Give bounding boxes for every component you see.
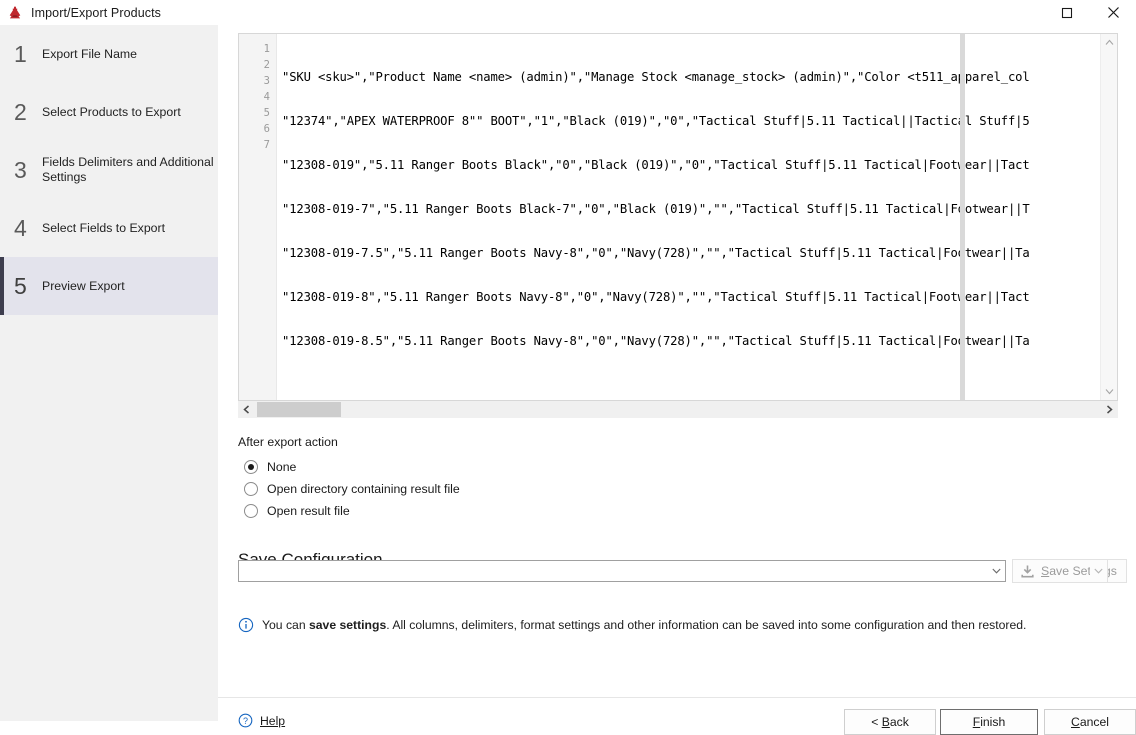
- right-margin-guide: [960, 34, 965, 400]
- save-settings-button[interactable]: Save Settings: [1012, 559, 1127, 583]
- line-number: 4: [263, 91, 270, 103]
- after-export-action-group: After export action None Open directory …: [238, 435, 738, 522]
- chevron-down-icon: [1094, 568, 1103, 574]
- save-icon: [1021, 565, 1034, 577]
- cancel-label: Cancel: [1071, 715, 1109, 729]
- line-number: 3: [263, 75, 270, 87]
- step-number: 3: [14, 156, 27, 183]
- close-button[interactable]: [1090, 0, 1136, 25]
- radio-option-open-directory[interactable]: Open directory containing result file: [238, 478, 738, 500]
- radio-label: Open result file: [267, 504, 350, 518]
- cancel-button[interactable]: Cancel: [1044, 709, 1136, 735]
- chevron-left-icon: [243, 405, 249, 414]
- configuration-combobox[interactable]: [238, 560, 1006, 582]
- footer-divider: [218, 697, 1136, 698]
- radio-button[interactable]: [244, 504, 258, 518]
- back-prefix: <: [871, 715, 882, 729]
- chevron-right-icon: [1107, 405, 1113, 414]
- finish-button[interactable]: Finish: [940, 709, 1038, 735]
- csv-line: "12308-019","5.11 Ranger Boots Black","0…: [282, 158, 1030, 172]
- csv-line: "12308-019-8.5","5.11 Ranger Boots Navy-…: [282, 334, 1030, 348]
- after-export-action-title: After export action: [238, 435, 338, 449]
- csv-line: "12374","APEX WATERPROOF 8"" BOOT","1","…: [282, 114, 1030, 128]
- sidebar-item-select-products[interactable]: 2 Select Products to Export: [0, 83, 218, 141]
- save-settings-dropdown-button[interactable]: [1090, 559, 1108, 583]
- info-text-bold: save settings: [309, 618, 387, 632]
- accelerator-letter: B: [881, 715, 890, 729]
- info-text-prefix: You can: [262, 618, 309, 632]
- radio-button[interactable]: [244, 482, 258, 496]
- radio-option-none[interactable]: None: [238, 456, 738, 478]
- sidebar-item-label: Select Products to Export: [42, 104, 181, 119]
- step-number: 1: [14, 40, 27, 67]
- close-icon: [1107, 7, 1119, 18]
- svg-text:?: ?: [243, 716, 248, 726]
- finish-label: Finish: [973, 715, 1006, 729]
- scroll-left-button[interactable]: [238, 401, 255, 418]
- back-label: < Back: [871, 715, 909, 729]
- radio-label: Open directory containing result file: [267, 482, 460, 496]
- preview-vertical-scrollbar[interactable]: [1100, 34, 1117, 400]
- line-number: 6: [263, 123, 270, 135]
- sidebar-item-label: Select Fields to Export: [42, 220, 166, 235]
- scroll-right-button[interactable]: [1101, 401, 1118, 418]
- chevron-down-icon: [1105, 389, 1114, 395]
- accelerator-letter: S: [1041, 564, 1050, 578]
- back-button[interactable]: < Back: [844, 709, 936, 735]
- horizontal-scroll-thumb[interactable]: [257, 402, 341, 417]
- radio-button[interactable]: [244, 460, 258, 474]
- app-icon: [7, 5, 23, 21]
- step-number: 4: [14, 214, 27, 241]
- chevron-up-icon: [1105, 39, 1114, 45]
- sidebar-item-label: Preview Export: [42, 278, 125, 293]
- cancel-suffix: ancel: [1079, 715, 1109, 729]
- title-bar: Import/Export Products: [0, 0, 1136, 26]
- window-title: Import/Export Products: [31, 5, 162, 20]
- csv-line: "12308-019-7","5.11 Ranger Boots Black-7…: [282, 202, 1030, 216]
- csv-line: "SKU <sku>","Product Name <name> (admin)…: [282, 70, 1030, 84]
- sidebar-item-label: Fields Delimiters and Additional Setting…: [42, 155, 214, 184]
- scroll-down-button[interactable]: [1101, 383, 1117, 400]
- radio-label: None: [267, 460, 297, 474]
- info-message: You can save settings. All columns, deli…: [238, 617, 1026, 633]
- export-preview-editor[interactable]: 1 2 3 4 5 6 7 "SKU <sku>","Product Name …: [238, 33, 1118, 401]
- line-number: 1: [263, 43, 270, 55]
- step-number: 5: [14, 272, 27, 299]
- finish-suffix: inish: [980, 715, 1006, 729]
- chevron-down-icon[interactable]: [987, 561, 1005, 581]
- csv-line: "12308-019-8","5.11 Ranger Boots Navy-8"…: [282, 290, 1030, 304]
- step-number: 2: [14, 98, 27, 125]
- maximize-icon: [1061, 7, 1073, 18]
- sidebar-item-select-fields[interactable]: 4 Select Fields to Export: [0, 199, 218, 257]
- line-number: 5: [263, 107, 270, 119]
- sidebar-item-fields-delimiters[interactable]: 3 Fields Delimiters and Additional Setti…: [0, 141, 218, 199]
- maximize-button[interactable]: [1044, 0, 1090, 25]
- sidebar-item-export-file-name[interactable]: 1 Export File Name: [0, 25, 218, 83]
- info-text-suffix: . All columns, delimiters, format settin…: [386, 618, 1027, 632]
- line-number-gutter: 1 2 3 4 5 6 7: [239, 34, 277, 400]
- line-number: 7: [263, 139, 270, 151]
- window-controls: [1044, 0, 1136, 25]
- csv-line: "12308-019-7.5","5.11 Ranger Boots Navy-…: [282, 246, 1030, 260]
- preview-horizontal-scrollbar[interactable]: [238, 401, 1118, 418]
- sidebar-item-preview-export[interactable]: 5 Preview Export: [0, 257, 218, 315]
- radio-option-open-result-file[interactable]: Open result file: [238, 500, 738, 522]
- main-panel: 1 2 3 4 5 6 7 "SKU <sku>","Product Name …: [218, 25, 1136, 735]
- info-icon: [238, 617, 254, 633]
- accelerator-letter: C: [1071, 715, 1080, 729]
- back-suffix: ack: [889, 715, 909, 729]
- scroll-up-button[interactable]: [1101, 34, 1117, 51]
- line-number: 2: [263, 59, 270, 71]
- wizard-step-rail: 1 Export File Name 2 Select Products to …: [0, 25, 219, 721]
- sidebar-item-label: Export File Name: [42, 46, 137, 61]
- info-text: You can save settings. All columns, deli…: [262, 618, 1026, 632]
- csv-preview-text[interactable]: "SKU <sku>","Product Name <name> (admin)…: [278, 34, 1099, 400]
